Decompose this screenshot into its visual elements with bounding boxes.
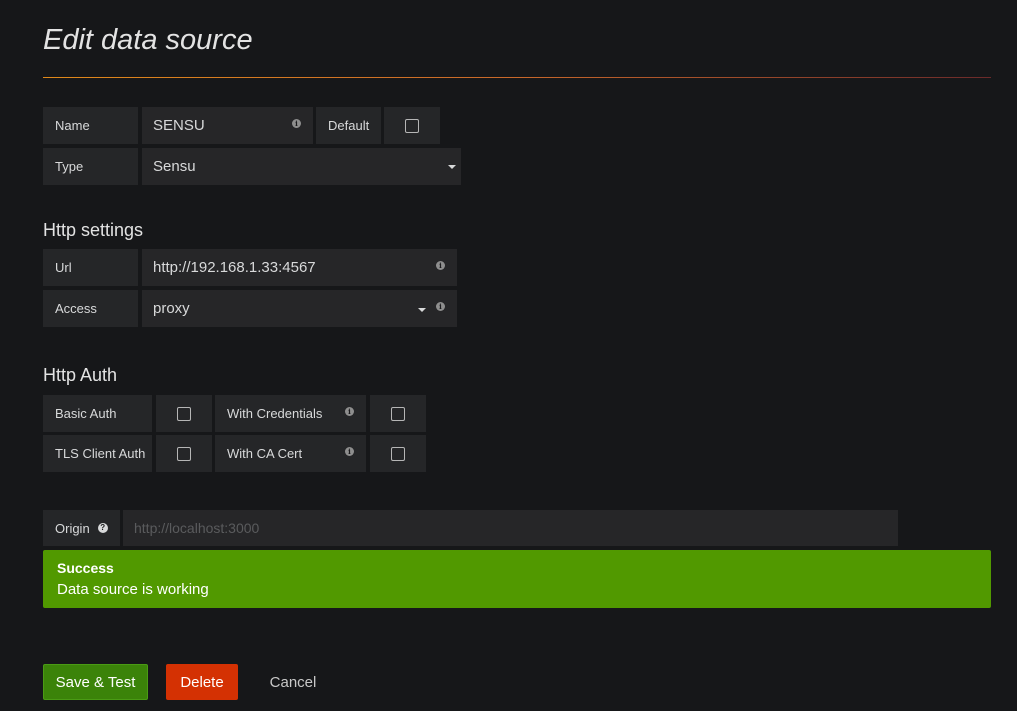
origin-label: Origin ?: [43, 510, 120, 546]
url-label: Url: [43, 249, 138, 286]
access-label: Access: [43, 290, 138, 327]
alert-title: Success: [57, 560, 114, 576]
info-icon[interactable]: i: [345, 447, 354, 456]
access-value: proxy: [153, 300, 190, 317]
url-value: http://192.168.1.33:4567: [153, 259, 316, 276]
checkbox-box: [405, 118, 419, 133]
origin-input[interactable]: [123, 510, 898, 546]
info-icon[interactable]: i: [436, 302, 445, 311]
default-checkbox[interactable]: [384, 107, 440, 144]
checkbox-box: [177, 446, 191, 461]
access-select[interactable]: proxy i: [142, 290, 457, 327]
checkbox-box: [391, 446, 405, 461]
http-settings-heading: Http settings: [43, 220, 144, 240]
checkbox-box: [391, 406, 405, 421]
type-label: Type: [43, 148, 138, 185]
name-value: SENSU: [153, 117, 205, 134]
http-auth-heading: Http Auth: [43, 365, 118, 385]
tls-client-auth-checkbox[interactable]: [156, 435, 212, 472]
with-ca-cert-text: With CA Cert: [227, 446, 303, 461]
url-input[interactable]: http://192.168.1.33:4567 i: [142, 249, 457, 286]
page-title: Edit data source: [43, 24, 253, 56]
info-icon[interactable]: i: [345, 407, 354, 416]
name-label: Name: [43, 107, 138, 144]
cancel-link[interactable]: Cancel: [262, 664, 324, 700]
basic-auth-label: Basic Auth: [43, 395, 152, 432]
type-value: Sensu: [153, 158, 196, 175]
tls-client-auth-label: TLS Client Auth: [43, 435, 152, 472]
question-circle-icon[interactable]: ?: [97, 523, 108, 533]
checkbox-box: [177, 406, 191, 421]
basic-auth-checkbox[interactable]: [156, 395, 212, 432]
type-select[interactable]: Sensu: [142, 148, 461, 185]
save-test-button[interactable]: Save & Test: [43, 664, 148, 700]
caret-down-icon: [418, 308, 426, 312]
name-field[interactable]: SENSU i: [142, 107, 313, 144]
success-alert: Success Data source is working: [43, 550, 991, 608]
title-divider: [43, 77, 991, 78]
origin-label-text: Origin: [55, 520, 90, 536]
caret-down-icon: [448, 165, 456, 169]
with-credentials-checkbox[interactable]: [370, 395, 426, 432]
alert-message: Data source is working: [57, 581, 209, 598]
with-ca-cert-label: With CA Cert i: [215, 435, 366, 472]
with-credentials-text: With Credentials: [227, 406, 323, 421]
with-ca-cert-checkbox[interactable]: [370, 435, 426, 472]
default-label: Default: [316, 107, 381, 144]
info-icon[interactable]: i: [292, 119, 301, 128]
with-credentials-label: With Credentials i: [215, 395, 366, 432]
info-icon[interactable]: i: [436, 261, 445, 270]
delete-button[interactable]: Delete: [166, 664, 238, 700]
